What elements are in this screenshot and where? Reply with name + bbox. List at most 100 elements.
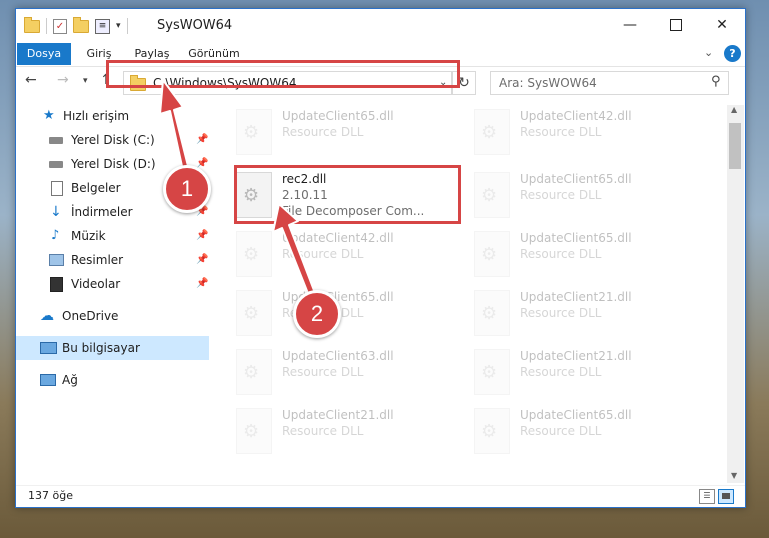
list-item[interactable]: UpdateClient65.dll Resource DLL	[454, 402, 680, 460]
separator	[126, 18, 128, 34]
file-description: Resource DLL	[282, 424, 364, 438]
sidebar-item-label: Yerel Disk (D:)	[71, 157, 156, 171]
list-item[interactable]: UpdateClient65.dll Resource DLL	[216, 103, 442, 161]
sidebar-item-pictures[interactable]: Resimler 📌	[16, 248, 209, 272]
details-view-icon[interactable]: ☰	[699, 489, 715, 504]
file-description: Resource DLL	[520, 247, 602, 261]
dll-file-icon	[474, 172, 510, 218]
sidebar-item-this-pc[interactable]: Bu bilgisayar	[16, 336, 209, 360]
drive-icon	[49, 137, 63, 144]
scrollbar-thumb[interactable]	[729, 123, 741, 169]
dll-file-icon	[236, 408, 272, 454]
network-icon	[40, 374, 56, 386]
status-bar: 137 öğe ☰	[16, 485, 745, 508]
list-item[interactable]: UpdateClient63.dll Resource DLL	[216, 343, 442, 401]
chevron-down-icon[interactable]: ▾	[116, 21, 121, 31]
list-item[interactable]: UpdateClient65.dll Resource DLL	[454, 225, 680, 283]
list-item[interactable]: UpdateClient21.dll Resource DLL	[216, 402, 442, 460]
dll-file-icon	[474, 109, 510, 155]
sidebar-item-quick-access[interactable]: ★ Hızlı erişim	[16, 104, 209, 128]
file-name: UpdateClient42.dll	[282, 231, 394, 245]
pin-icon[interactable]: 📌	[196, 248, 208, 272]
dll-file-icon	[236, 290, 272, 336]
recent-locations-icon[interactable]: ▾	[83, 76, 88, 86]
cloud-icon: ☁	[40, 308, 54, 324]
dll-file-icon	[474, 349, 510, 395]
sidebar-item-label: Hızlı erişim	[63, 109, 130, 123]
address-bar-highlight	[106, 60, 460, 88]
minimize-button[interactable]: —	[607, 9, 653, 41]
list-item[interactable]: UpdateClient21.dll Resource DLL	[454, 343, 680, 401]
sidebar-item-label: Belgeler	[71, 181, 121, 195]
sidebar-item-label: Resimler	[71, 253, 124, 267]
file-description: Resource DLL	[520, 306, 602, 320]
music-note-icon: ♪	[51, 228, 60, 243]
file-name: UpdateClient65.dll	[520, 172, 632, 186]
file-name: UpdateClient65.dll	[282, 109, 394, 123]
maximize-button[interactable]	[653, 9, 699, 41]
file-list: UpdateClient65.dll Resource DLL UpdateCl…	[216, 97, 726, 487]
drive-icon	[49, 161, 63, 168]
search-placeholder: Ara: SysWOW64	[499, 76, 597, 90]
back-arrow-icon[interactable]: ←	[25, 72, 37, 88]
file-name: UpdateClient21.dll	[520, 349, 632, 363]
close-button[interactable]: ✕	[699, 9, 745, 41]
search-icon[interactable]: ⚲	[711, 74, 721, 89]
step-badge-2: 2	[293, 290, 341, 338]
folder-icon	[24, 16, 40, 33]
dll-file-icon	[474, 290, 510, 336]
picture-icon	[49, 254, 64, 266]
ribbon-expand-icon[interactable]: ⌄	[704, 46, 713, 59]
navigation-pane: ★ Hızlı erişim Yerel Disk (C:) 📌 Yerel D…	[16, 104, 211, 484]
pin-icon[interactable]: 📌	[196, 272, 208, 296]
pin-icon[interactable]: 📌	[196, 224, 208, 248]
sidebar-item-label: OneDrive	[62, 309, 119, 323]
sidebar-item-label: İndirmeler	[71, 205, 133, 219]
file-name: UpdateClient42.dll	[520, 109, 632, 123]
file-name: UpdateClient65.dll	[520, 231, 632, 245]
download-arrow-icon: ↓	[50, 204, 62, 220]
file-description: Resource DLL	[520, 188, 602, 202]
scroll-down-icon[interactable]: ▼	[731, 471, 737, 480]
quick-access-toolbar: ✓ ≡ ▾	[24, 16, 128, 35]
file-description: Resource DLL	[520, 424, 602, 438]
file-name: UpdateClient21.dll	[520, 290, 632, 304]
dll-file-icon	[236, 349, 272, 395]
dll-file-icon	[236, 231, 272, 277]
maximize-icon	[670, 19, 682, 31]
file-description: Resource DLL	[282, 125, 364, 139]
list-item[interactable]: UpdateClient42.dll Resource DLL	[216, 225, 442, 283]
pin-icon[interactable]: 📌	[196, 128, 208, 152]
help-icon[interactable]: ?	[724, 45, 741, 62]
sidebar-item-label: Müzik	[71, 229, 106, 243]
properties-check-icon[interactable]: ✓	[53, 18, 67, 34]
item-count: 137 öğe	[28, 489, 73, 502]
title-bar: ✓ ≡ ▾ SysWOW64 — ✕	[16, 9, 745, 43]
sidebar-item-local-disk-c[interactable]: Yerel Disk (C:) 📌	[16, 128, 209, 152]
file-description: Resource DLL	[520, 125, 602, 139]
forward-arrow-icon[interactable]: →	[57, 72, 69, 88]
sidebar-item-videos[interactable]: Videolar 📌	[16, 272, 209, 296]
search-input[interactable]: Ara: SysWOW64 ⚲	[490, 71, 729, 95]
list-item[interactable]: UpdateClient42.dll Resource DLL	[454, 103, 680, 161]
file-description: Resource DLL	[520, 365, 602, 379]
file-name: UpdateClient63.dll	[282, 349, 394, 363]
sidebar-item-music[interactable]: ♪ Müzik 📌	[16, 224, 209, 248]
document-icon	[51, 181, 63, 196]
star-icon: ★	[43, 108, 55, 123]
sidebar-item-onedrive[interactable]: ☁ OneDrive	[16, 304, 209, 328]
dll-file-icon	[474, 408, 510, 454]
dll-file-icon	[474, 231, 510, 277]
customize-icon[interactable]: ≡	[95, 18, 110, 34]
tiles-view-icon[interactable]	[718, 489, 734, 504]
tab-file[interactable]: Dosya	[17, 43, 71, 65]
window-title: SysWOW64	[157, 18, 233, 33]
list-item[interactable]: UpdateClient65.dll Resource DLL	[454, 166, 680, 224]
sidebar-item-network[interactable]: Ağ	[16, 368, 209, 392]
new-folder-icon[interactable]	[73, 16, 89, 33]
vertical-scrollbar[interactable]: ▲ ▼	[727, 105, 744, 483]
file-description: Resource DLL	[282, 247, 364, 261]
list-item[interactable]: UpdateClient21.dll Resource DLL	[454, 284, 680, 342]
step-badge-1: 1	[163, 165, 211, 213]
scroll-up-icon[interactable]: ▲	[731, 105, 737, 114]
